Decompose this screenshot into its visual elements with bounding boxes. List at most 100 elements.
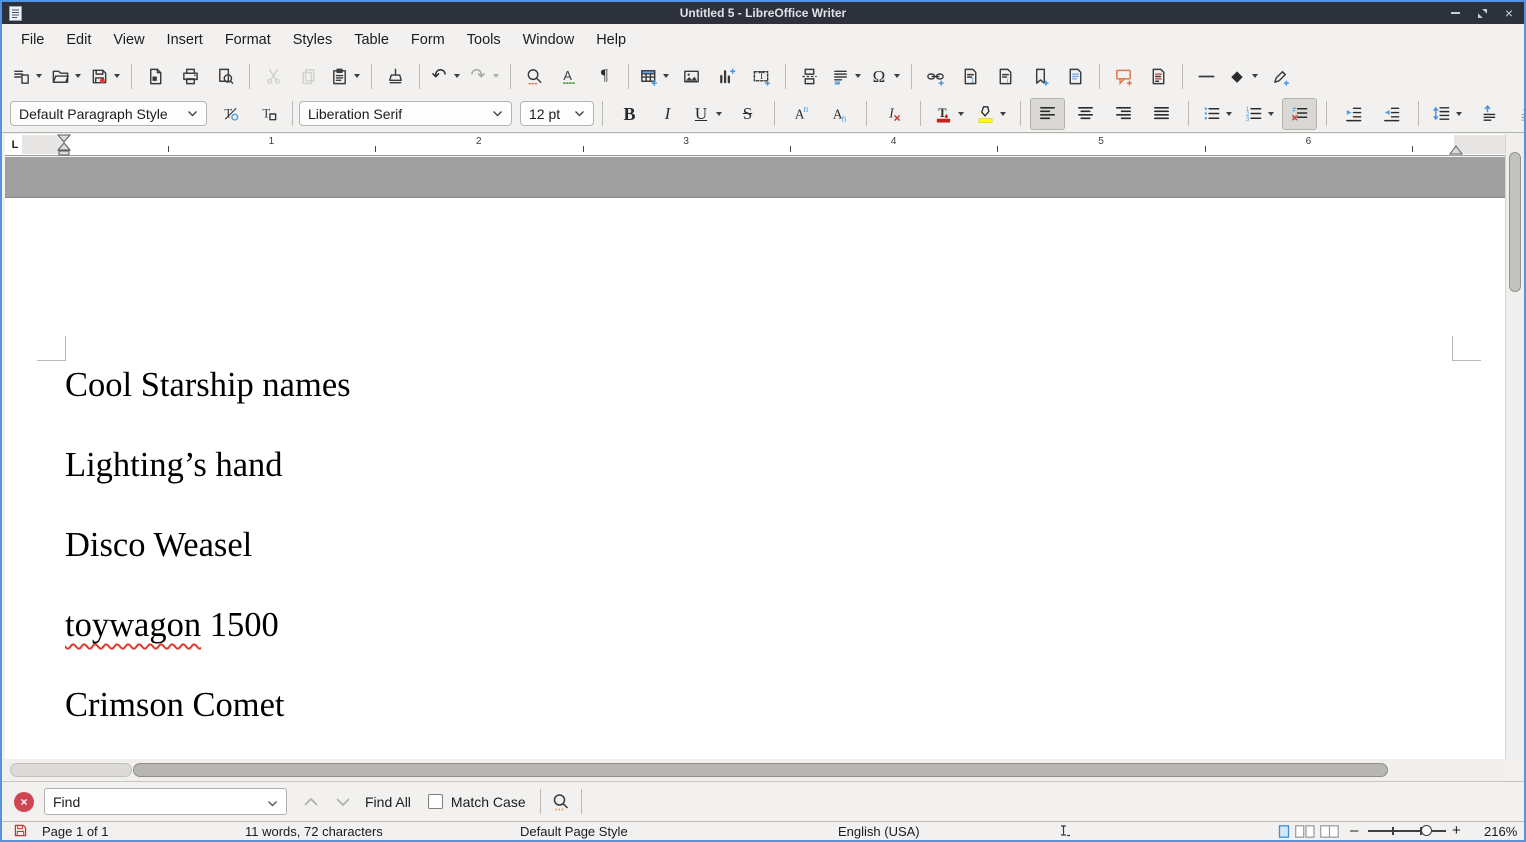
menu-form[interactable]: Form [400,24,456,57]
underline-dropdown-arrow[interactable] [716,112,722,116]
zoom-in-button[interactable]: + [1452,822,1461,839]
find-next-button[interactable] [333,796,353,808]
paste-dropdown-arrow[interactable] [354,74,360,78]
menu-help[interactable]: Help [585,24,637,57]
justify-button[interactable] [1144,98,1179,130]
increase-paragraph-spacing-button[interactable] [1470,98,1505,130]
menu-edit[interactable]: Edit [55,24,102,57]
no-list-button[interactable] [1282,98,1317,130]
insert-line-button[interactable] [1189,60,1224,92]
redo-dropdown-arrow[interactable] [493,74,499,78]
save-button[interactable] [86,60,125,92]
insert-table-dropdown-arrow[interactable] [663,74,669,78]
clear-formatting-button[interactable]: I [876,98,911,130]
track-changes-button[interactable] [1141,60,1176,92]
horizontal-scrollbar-thumb[interactable] [133,763,1388,777]
insert-bookmark-button[interactable] [1023,60,1058,92]
horizontal-ruler[interactable]: L 123456 [5,134,1505,156]
find-all-button[interactable]: Find All [365,794,411,810]
insert-comment-button[interactable] [1106,60,1141,92]
new-document-dropdown-arrow[interactable] [36,74,42,78]
page-count-status[interactable]: Page 1 of 1 [42,823,109,840]
page-style-status[interactable]: Default Page Style [520,823,628,840]
menu-view[interactable]: View [102,24,155,57]
menu-table[interactable]: Table [343,24,400,57]
right-indent-marker[interactable] [1449,145,1463,156]
insert-table-button[interactable] [635,60,674,92]
minimize-button[interactable] [1448,6,1462,20]
update-style-button[interactable]: T [213,98,248,130]
language-status[interactable]: English (USA) [838,823,920,840]
decrease-paragraph-spacing-button[interactable] [1508,98,1526,130]
find-and-replace-button[interactable] [551,792,571,812]
font-size-combobox[interactable]: 12 pt [520,101,594,126]
menu-file[interactable]: File [10,24,55,57]
save-dropdown-arrow[interactable] [114,74,120,78]
tab-stop-selector[interactable]: L [8,137,22,152]
align-left-button[interactable] [1030,98,1065,130]
insert-mode-icon[interactable] [1057,824,1071,842]
undo-button[interactable]: ↶ [426,60,465,92]
zoom-slider[interactable] [1368,830,1446,832]
decrease-indent-button[interactable] [1374,98,1409,130]
draw-functions-button[interactable] [1263,60,1298,92]
vertical-scrollbar[interactable] [1505,134,1524,759]
menu-tools[interactable]: Tools [456,24,512,57]
print-button[interactable] [173,60,208,92]
open-dropdown-arrow[interactable] [75,74,81,78]
new-document-button[interactable] [8,60,47,92]
document-paragraph[interactable]: Lighting’s hand [65,445,351,485]
insert-endnote-button[interactable]: i [988,60,1023,92]
font-color-dropdown-arrow[interactable] [958,112,964,116]
line-spacing-button[interactable] [1428,98,1467,130]
find-replace-button[interactable] [517,60,552,92]
bullet-list-button[interactable] [1198,98,1237,130]
bold-button[interactable]: B [612,98,647,130]
find-previous-button[interactable] [301,796,321,808]
italic-button[interactable]: I [650,98,685,130]
close-button[interactable]: × [1502,6,1516,20]
find-close-button[interactable]: × [14,792,34,812]
spelling-button[interactable]: A [552,60,587,92]
menu-insert[interactable]: Insert [156,24,214,57]
menu-styles[interactable]: Styles [282,24,344,57]
redo-button[interactable]: ↷ [465,60,504,92]
align-right-button[interactable] [1106,98,1141,130]
special-character-button[interactable]: Ω [866,60,905,92]
match-case-checkbox[interactable] [428,794,443,809]
insert-footnote-button[interactable]: 1 [953,60,988,92]
increase-indent-button[interactable] [1336,98,1371,130]
document-page[interactable]: Cool Starship names Lighting’s hand Disco … [5,197,1505,759]
print-preview-button[interactable] [208,60,243,92]
clone-formatting-button[interactable] [378,60,413,92]
vertical-scrollbar-thumb[interactable] [1509,152,1521,292]
zoom-out-button[interactable]: – [1350,822,1358,839]
document-paragraph[interactable]: Cool Starship names [65,365,351,405]
basic-shapes-dropdown-arrow[interactable] [1252,74,1258,78]
find-input[interactable]: Find [44,788,287,815]
single-page-view-icon[interactable] [1278,825,1290,838]
document-paragraph[interactable]: Crimson Comet [65,685,351,725]
menu-format[interactable]: Format [214,24,282,57]
multi-page-view-icon[interactable] [1295,825,1315,838]
document-paragraph[interactable]: toywagon 1500 [65,605,351,645]
subscript-button[interactable]: AB [822,98,857,130]
insert-image-button[interactable] [674,60,709,92]
special-character-dropdown-arrow[interactable] [894,74,900,78]
new-style-button[interactable]: T [251,98,286,130]
underline-button[interactable]: U [688,98,727,130]
cut-button[interactable] [256,60,291,92]
copy-button[interactable] [291,60,326,92]
document-paragraph[interactable]: Disco Weasel [65,525,351,565]
menu-window[interactable]: Window [512,24,586,57]
numbered-list-button[interactable]: 123 [1240,98,1279,130]
align-center-button[interactable] [1068,98,1103,130]
zoom-level[interactable]: 216% [1484,823,1517,840]
export-pdf-button[interactable] [138,60,173,92]
cross-reference-button[interactable] [1058,60,1093,92]
insert-hyperlink-button[interactable] [918,60,953,92]
horizontal-scrollbar[interactable] [5,759,1505,781]
paragraph-style-combobox[interactable]: Default Paragraph Style [10,101,207,126]
numbered-list-dropdown-arrow[interactable] [1268,112,1274,116]
zoom-slider-thumb[interactable] [1421,825,1432,836]
